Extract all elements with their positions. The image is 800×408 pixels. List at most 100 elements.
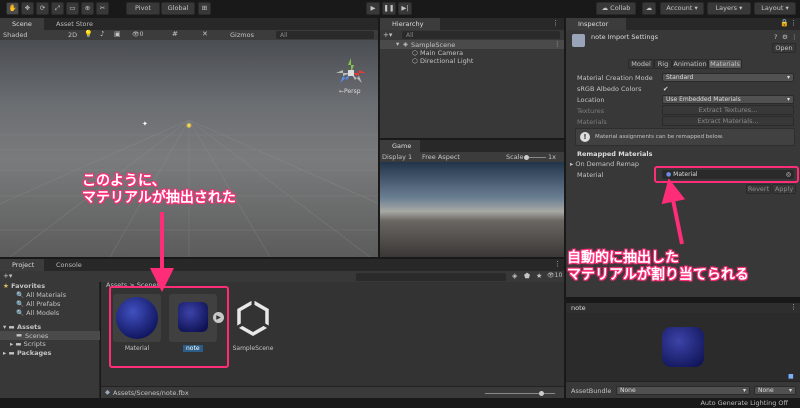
play-button[interactable]: ▶: [366, 2, 380, 15]
hierarchy-scene-row[interactable]: ▾ ◈ SampleScene ⋮: [380, 40, 564, 49]
tab-project[interactable]: Project: [0, 259, 44, 271]
revert-button[interactable]: Revert: [746, 184, 771, 194]
gizmos-dropdown[interactable]: Gizmos: [230, 31, 254, 39]
assetbundle-value: None: [620, 387, 636, 394]
layout-dropdown[interactable]: Layout ▾: [754, 2, 796, 15]
hierarchy-item-label: Directional Light: [420, 57, 474, 65]
on-demand-remap-foldout[interactable]: ▸ On Demand Remap: [570, 160, 639, 168]
slider-handle[interactable]: [539, 391, 544, 396]
project-toolbar: +▾ ◈ ⬟ ★ 👁10: [0, 271, 564, 282]
layers-dropdown[interactable]: Layers ▾: [707, 2, 751, 15]
location-dropdown[interactable]: Use Embedded Materials ▾: [662, 95, 794, 104]
move-tool-button[interactable]: ✥: [21, 2, 34, 15]
tools-icon[interactable]: ✕: [202, 30, 208, 38]
project-menu-icon[interactable]: ⋮: [554, 260, 561, 268]
more-icon[interactable]: ⋮: [791, 33, 798, 41]
tab-model[interactable]: Model: [628, 59, 654, 69]
scale-slider[interactable]: [524, 155, 546, 160]
help-icon[interactable]: ?: [774, 33, 777, 41]
hierarchy-item[interactable]: ⬡ Directional Light: [380, 57, 564, 65]
aspect-dropdown[interactable]: Free Aspect: [422, 153, 460, 161]
project-create-button[interactable]: +▾: [3, 272, 12, 280]
display-dropdown[interactable]: Display 1: [382, 153, 412, 161]
tab-hierarchy[interactable]: Hierarchy: [380, 18, 440, 30]
tab-scene-label: Scene: [12, 20, 32, 28]
tab-scene[interactable]: Scene: [0, 18, 44, 30]
custom-tool-button[interactable]: ✂: [96, 2, 109, 15]
persp-label[interactable]: ←Persp: [339, 88, 361, 95]
srgb-checkbox[interactable]: ✔: [663, 85, 668, 93]
tab-console[interactable]: Console: [44, 259, 88, 271]
scale-tool-button[interactable]: ⤢: [51, 2, 64, 15]
effects-icon[interactable]: ▣: [114, 30, 121, 38]
audio-icon[interactable]: ♪: [100, 30, 104, 38]
light-gizmo-icon[interactable]: ✺: [186, 122, 192, 130]
lock-icon[interactable]: 🔒: [780, 19, 789, 27]
filter-type-icon[interactable]: ◈: [512, 272, 517, 280]
folder-scripts[interactable]: ▸ ▬ Scripts: [10, 340, 46, 348]
tab-animation[interactable]: Animation: [672, 59, 708, 69]
mode-2d-toggle[interactable]: 2D: [68, 31, 77, 39]
transform-tool-button[interactable]: ⊕: [81, 2, 94, 15]
hierarchy-search-input[interactable]: All: [402, 31, 560, 39]
camera-gizmo-icon[interactable]: ✦: [142, 120, 148, 128]
hidden-packages-badge[interactable]: 👁10: [547, 272, 562, 279]
global-toggle[interactable]: Global: [161, 2, 195, 15]
settings-icon[interactable]: ⚙: [782, 33, 788, 41]
favorite-item[interactable]: 🔍 All Materials: [16, 291, 66, 299]
favorite-item[interactable]: 🔍 All Models: [16, 309, 59, 317]
lighting-icon[interactable]: 💡: [84, 30, 93, 38]
assetbundle-variant-dropdown[interactable]: None ▾: [754, 386, 796, 395]
extract-materials-button[interactable]: Extract Materials...: [662, 116, 794, 126]
inspector-menu-icon[interactable]: ⋮: [790, 19, 797, 27]
hierarchy-menu-icon[interactable]: ⋮: [552, 19, 559, 27]
hierarchy-create-button[interactable]: +▾: [383, 31, 392, 39]
pause-button[interactable]: ❚❚: [382, 2, 396, 15]
pivot-toggle[interactable]: Pivot: [126, 2, 160, 15]
rotate-tool-button[interactable]: ⟳: [36, 2, 49, 15]
scene-search-input[interactable]: All: [276, 31, 374, 39]
orientation-gizmo-icon[interactable]: [334, 56, 368, 90]
favorite-star-icon[interactable]: ★: [536, 272, 542, 280]
grid-icon[interactable]: #: [172, 30, 178, 38]
assets-foldout[interactable]: ▾ ▬ Assets: [3, 323, 41, 331]
asset-tile-samplescene[interactable]: SampleScene: [229, 294, 277, 358]
hand-tool-button[interactable]: ✋: [6, 2, 19, 15]
material-creation-mode-dropdown[interactable]: Standard ▾: [662, 73, 794, 82]
folder-scenes-row[interactable]: ▬ Scenes: [0, 331, 100, 340]
hierarchy-item[interactable]: ⬡ Main Camera: [380, 49, 564, 57]
extract-textures-button[interactable]: Extract Textures...: [662, 105, 794, 115]
open-button[interactable]: Open: [772, 43, 796, 53]
tab-asset-store[interactable]: Asset Store: [44, 18, 114, 30]
assetbundle-dropdown[interactable]: None ▾: [616, 386, 750, 395]
shading-dropdown[interactable]: Shaded: [3, 31, 27, 39]
grid-snap-button[interactable]: ⊞: [198, 2, 211, 15]
tab-game[interactable]: Game: [380, 140, 420, 152]
packages-foldout[interactable]: ▸ ▬ Packages: [3, 349, 51, 357]
favorites-foldout[interactable]: ★ Favorites: [3, 282, 45, 290]
thumbnail-size-slider[interactable]: [485, 391, 555, 396]
scene-menu-icon[interactable]: ⋮: [554, 40, 561, 48]
game-viewport[interactable]: [380, 162, 564, 257]
preview-area[interactable]: ■: [566, 313, 800, 381]
scene-expand-icon[interactable]: ▾: [396, 40, 399, 48]
apply-button[interactable]: Apply: [772, 184, 796, 194]
tab-rig-label: Rig: [657, 60, 669, 68]
scale-slider-handle[interactable]: [524, 155, 529, 160]
tab-rig[interactable]: Rig: [654, 59, 672, 69]
step-button[interactable]: ▶|: [398, 2, 412, 15]
hidden-count-icon[interactable]: 👁0: [132, 31, 143, 38]
tab-inspector[interactable]: Inspector: [566, 18, 626, 30]
project-search-input[interactable]: [356, 273, 506, 281]
favorite-item[interactable]: 🔍 All Prefabs: [16, 300, 60, 308]
tab-materials[interactable]: Materials: [708, 59, 742, 69]
open-button-label: Open: [775, 44, 793, 52]
filter-label-icon[interactable]: ⬟: [524, 272, 530, 280]
scene-viewport[interactable]: ✦ ✺ ←Persp: [0, 40, 378, 257]
annotation-right-line1: 自動的に抽出した: [567, 250, 679, 266]
preview-menu-icon[interactable]: ⋮: [790, 303, 797, 311]
collab-dropdown[interactable]: ☁ Collab: [596, 2, 636, 15]
cloud-button[interactable]: ☁: [642, 2, 656, 15]
rect-tool-button[interactable]: ▭: [66, 2, 79, 15]
account-dropdown[interactable]: Account ▾: [660, 2, 704, 15]
